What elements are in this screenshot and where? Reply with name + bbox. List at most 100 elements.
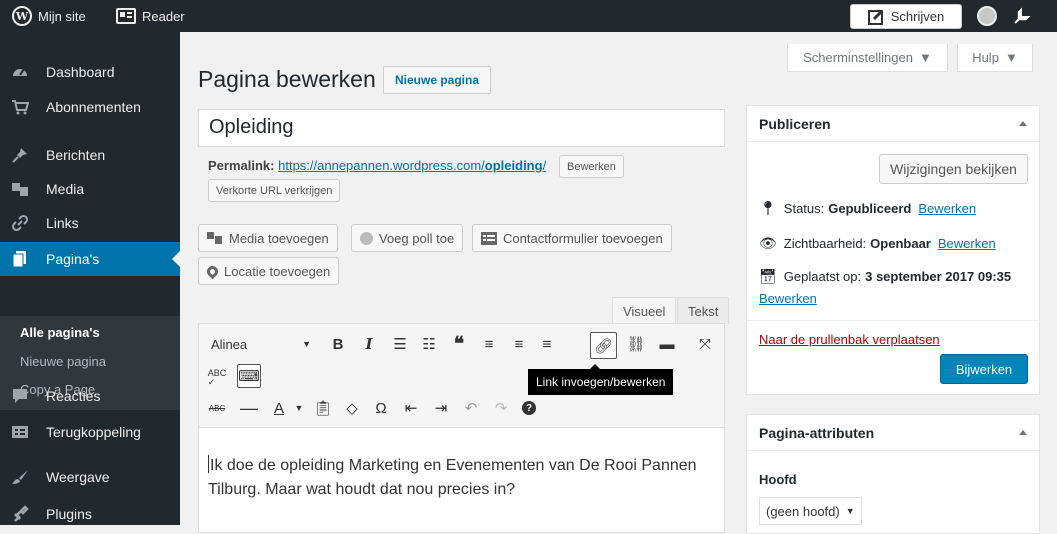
undo-icon[interactable]: ↶: [459, 396, 483, 420]
page-attributes-title: Pagina-attributen: [759, 424, 875, 441]
sidebar-item-dashboard[interactable]: Dashboard: [0, 55, 180, 89]
toolbar-toggle-icon[interactable]: ⌨: [237, 364, 261, 388]
feedback-icon: [10, 422, 30, 442]
status-label: Status:: [783, 201, 825, 216]
plugins-icon: [10, 504, 30, 524]
strikethrough-icon[interactable]: ABC: [205, 396, 229, 420]
sidebar-item-media[interactable]: Media: [0, 172, 180, 206]
wordpress-icon: W: [12, 6, 32, 26]
clear-formatting-icon[interactable]: ◇: [340, 396, 364, 420]
post-title-input[interactable]: Opleiding: [198, 109, 725, 147]
edit-permalink-button[interactable]: Bewerken: [559, 155, 624, 178]
chevron-down-icon: ▼: [302, 339, 311, 349]
reader-menu[interactable]: Reader: [116, 0, 185, 32]
page-attributes-box: Pagina-attributen Hoofd (geen hoofd) ▼: [746, 414, 1040, 534]
content-editor: Alinea ▼ B I ☰ ☷ ❝ ≡ ≡ ≡ 🔗︎ ⛓ ▬ ⤧ ABC ✓ ⌨…: [198, 323, 725, 533]
horizontal-line-icon[interactable]: —: [237, 396, 261, 420]
media-icon: [10, 179, 30, 199]
sidebar-item-pages[interactable]: Pagina's: [0, 242, 180, 276]
numbered-list-icon[interactable]: ☷: [417, 332, 441, 356]
spellcheck-icon[interactable]: ABC ✓: [205, 366, 229, 390]
align-center-icon[interactable]: ≡: [507, 332, 531, 356]
editor-content-text: Ik doe de opleiding Marketing en Eveneme…: [208, 457, 697, 498]
paste-text-icon[interactable]: 📋︎: [311, 396, 335, 420]
collapse-icon[interactable]: [1019, 117, 1027, 126]
help-button[interactable]: Hulp ▼: [957, 44, 1033, 72]
tab-text[interactable]: Tekst: [677, 297, 730, 324]
screen-options-button[interactable]: Scherminstellingen ▼: [787, 44, 948, 72]
edit-visibility-link[interactable]: Bewerken: [938, 236, 996, 251]
get-shortlink-button[interactable]: Verkorte URL verkrijgen: [208, 179, 341, 202]
format-select[interactable]: Alinea ▼: [205, 332, 317, 356]
visibility-value: Openbaar: [870, 236, 931, 251]
status-value: Gepubliceerd: [828, 201, 912, 216]
appearance-icon: [10, 467, 30, 487]
parent-select[interactable]: (geen hoofd) ▼: [759, 497, 862, 525]
publish-box: Publiceren Wijzigingen bekijken 📍︎ Statu…: [746, 105, 1040, 395]
add-location-button[interactable]: Locatie toevoegen: [198, 257, 340, 285]
help-label: Hulp: [972, 50, 999, 65]
edit-status-link[interactable]: Bewerken: [918, 201, 976, 216]
link-icon: [10, 213, 30, 233]
blockquote-icon[interactable]: ❝: [447, 332, 471, 356]
published-value: 3 september 2017 09:35: [865, 269, 1012, 284]
avatar[interactable]: [977, 6, 997, 26]
fullscreen-icon[interactable]: ⤧: [693, 332, 717, 356]
poll-icon: [360, 231, 373, 245]
visibility-label: Zichtbaarheid:: [783, 236, 867, 251]
add-new-page-button[interactable]: Nieuwe pagina: [383, 66, 492, 94]
sidebar-item-label: Plugins: [46, 506, 92, 522]
submenu-new-page[interactable]: Nieuwe pagina: [20, 354, 106, 369]
add-media-button[interactable]: Media toevoegen: [198, 224, 338, 252]
reader-label: Reader: [142, 8, 185, 24]
sidebar-item-label: Berichten: [46, 147, 106, 163]
bold-icon[interactable]: B: [326, 332, 350, 356]
redo-icon[interactable]: ↷: [489, 396, 513, 420]
my-site-menu[interactable]: W Mijn site: [12, 0, 86, 32]
bullet-list-icon[interactable]: ☰: [388, 332, 412, 356]
reader-icon: [116, 8, 136, 24]
add-poll-button[interactable]: Voeg poll toe: [351, 224, 464, 252]
sidebar-item-appearance[interactable]: Weergave: [0, 460, 180, 494]
page-title: Pagina bewerken: [198, 66, 376, 92]
permalink-url[interactable]: https://annepannen.wordpress.com/opleidi…: [278, 158, 546, 173]
align-right-icon[interactable]: ≡: [535, 332, 559, 356]
collapse-icon[interactable]: [1019, 426, 1027, 435]
preview-changes-button[interactable]: Wijzigingen bekijken: [879, 154, 1028, 184]
location-pin-icon: [204, 263, 221, 279]
align-left-icon[interactable]: ≡: [477, 332, 501, 356]
publish-box-title: Publiceren: [759, 115, 831, 132]
insert-link-icon[interactable]: 🔗︎: [590, 332, 617, 359]
unlink-icon[interactable]: ⛓: [624, 332, 648, 356]
sidebar-item-label: Media: [46, 181, 85, 197]
my-site-label: Mijn site: [38, 8, 86, 24]
edit-date-link[interactable]: Bewerken: [759, 291, 817, 306]
move-to-trash-link[interactable]: Naar de prullenbak verplaatsen: [759, 332, 940, 347]
sidebar-item-subscriptions[interactable]: Abonnementen: [0, 90, 180, 124]
editor-content[interactable]: Ik doe de opleiding Marketing en Eveneme…: [208, 454, 708, 502]
publish-box-header[interactable]: Publiceren: [747, 106, 1039, 142]
indent-icon[interactable]: ⇥: [429, 396, 453, 420]
outdent-icon[interactable]: ⇤: [399, 396, 423, 420]
notification-icon[interactable]: [1013, 7, 1031, 25]
sidebar-item-feedback[interactable]: Terugkoppeling: [0, 415, 180, 449]
update-button[interactable]: Bijwerken: [940, 354, 1028, 384]
help-icon[interactable]: ?: [517, 396, 541, 420]
page-attributes-header[interactable]: Pagina-attributen: [747, 415, 1039, 451]
chevron-down-icon[interactable]: ▼: [287, 396, 311, 420]
italic-icon[interactable]: I: [357, 332, 381, 356]
contact-form-button[interactable]: Contactformulier toevoegen: [472, 224, 672, 252]
sidebar-item-posts[interactable]: Berichten: [0, 138, 180, 172]
status-row: 📍︎ Status: Gepubliceerd Bewerken: [759, 200, 976, 217]
submenu-all-pages[interactable]: Alle pagina's: [20, 325, 100, 340]
sidebar-item-comments[interactable]: Reacties: [0, 379, 180, 413]
sidebar-item-label: Abonnementen: [46, 99, 141, 115]
read-more-icon[interactable]: ▬: [655, 332, 679, 356]
sidebar-item-links[interactable]: Links: [0, 206, 180, 240]
cart-icon: [10, 97, 30, 117]
special-character-icon[interactable]: Ω: [369, 396, 393, 420]
write-button[interactable]: Schrijven: [850, 4, 962, 29]
sidebar-item-plugins[interactable]: Plugins: [0, 497, 180, 531]
tab-visual[interactable]: Visueel: [612, 297, 677, 324]
pin-icon: 📍︎: [759, 200, 777, 216]
